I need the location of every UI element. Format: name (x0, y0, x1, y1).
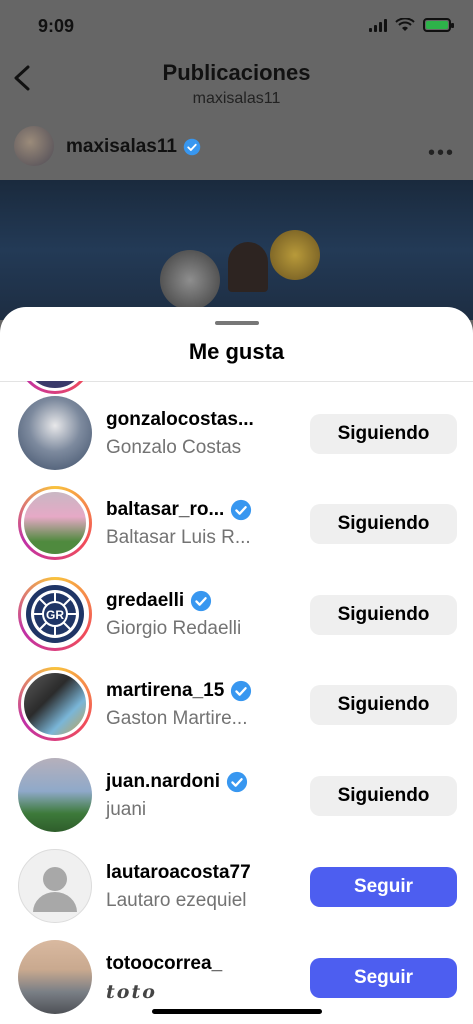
username-text: martirena_15 (106, 680, 225, 701)
likes-sheet: Me gusta gonzalocostas... Gonzalo Costas… (0, 307, 473, 1024)
person-shape (228, 242, 268, 292)
trophy-shape (160, 250, 220, 310)
sheet-handle[interactable] (214, 321, 259, 325)
username-text: juan.nardoni (106, 771, 220, 792)
likes-list[interactable]: gonzalocostas... Gonzalo Costas Siguiend… (0, 381, 473, 1024)
username[interactable]: juan.nardoni (106, 771, 248, 793)
page-subtitle: maxisalas11 (192, 90, 281, 107)
fullname: Gonzalo Costas (106, 437, 242, 458)
status-bar: 9:09 (0, 0, 473, 56)
avatar[interactable] (18, 849, 92, 923)
following-button[interactable]: Siguiendo (310, 414, 457, 454)
list-item[interactable]: GR gredaelli Giorgio Redaelli Siguiendo (0, 568, 473, 658)
following-button[interactable]: Siguiendo (310, 595, 457, 635)
verified-icon (231, 680, 252, 702)
fullname: Gaston Martire... (106, 708, 248, 729)
sheet-title: Me gusta (188, 339, 285, 364)
username[interactable]: totoocorrea_ (106, 953, 222, 975)
avatar[interactable] (18, 940, 92, 1014)
more-options-icon[interactable]: ••• (428, 142, 455, 165)
default-avatar-icon (33, 867, 77, 912)
verified-icon (231, 499, 252, 521)
verified-icon (183, 138, 201, 156)
verified-icon (226, 771, 248, 793)
username-text: gredaelli (106, 590, 185, 611)
fullname: Lautaro ezequiel (106, 890, 247, 911)
list-item[interactable]: martirena_15 Gaston Martire... Siguiendo (0, 658, 473, 748)
gr-logo-icon: GR (26, 585, 84, 643)
following-button[interactable]: Siguiendo (310, 504, 457, 544)
avatar[interactable] (18, 667, 92, 741)
post-username-text: maxisalas11 (66, 136, 177, 157)
follow-button[interactable]: Seguir (310, 867, 457, 907)
wifi-icon (395, 18, 415, 31)
fullname: toto (106, 981, 157, 1003)
verified-icon (191, 590, 212, 612)
fullname: Giorgio Redaelli (106, 618, 242, 639)
list-item[interactable]: baltasar_ro... Baltasar Luis R... Siguie… (0, 477, 473, 567)
follow-button[interactable]: Seguir (310, 958, 457, 998)
signal-icon (369, 18, 387, 32)
list-item[interactable]: gonzalocostas... Gonzalo Costas Siguiend… (0, 387, 473, 477)
top-nav: Publicaciones maxisalas11 (0, 56, 473, 116)
avatar[interactable] (18, 758, 92, 832)
username-text: lautaroacosta77 (106, 862, 251, 883)
post-header: maxisalas11 ••• (0, 124, 473, 176)
username[interactable]: lautaroacosta77 (106, 862, 251, 884)
username-text: totoocorrea_ (106, 953, 223, 974)
home-indicator[interactable] (151, 1009, 322, 1014)
battery-icon (423, 18, 454, 32)
username[interactable]: gredaelli (106, 590, 212, 612)
svg-text:GR: GR (46, 608, 64, 622)
page-title: Publicaciones (162, 60, 311, 85)
following-button[interactable]: Siguiendo (310, 776, 457, 816)
avatar[interactable] (18, 486, 92, 560)
username[interactable]: baltasar_ro... (106, 499, 252, 521)
following-button[interactable]: Siguiendo (310, 685, 457, 725)
list-item[interactable]: totoocorrea_ toto Seguir (0, 931, 473, 1021)
username-text: baltasar_ro... (106, 499, 225, 520)
username[interactable]: martirena_15 (106, 680, 252, 702)
username[interactable]: gonzalocostas... (106, 409, 254, 431)
fullname: juani (106, 799, 147, 820)
status-time: 9:09 (38, 16, 75, 36)
list-item[interactable]: juan.nardoni juani Siguiendo (0, 749, 473, 839)
fullname: Baltasar Luis R... (106, 527, 251, 548)
avatar[interactable]: GR (18, 577, 92, 651)
status-icons (369, 18, 454, 32)
post-avatar[interactable] (14, 126, 54, 166)
trophy-shape (270, 230, 320, 280)
post-username[interactable]: maxisalas11 (66, 136, 201, 158)
list-item[interactable]: lautaroacosta77 Lautaro ezequiel Seguir (0, 840, 473, 930)
avatar[interactable] (18, 396, 92, 470)
username-text: gonzalocostas... (106, 409, 254, 430)
post-image (0, 180, 473, 320)
